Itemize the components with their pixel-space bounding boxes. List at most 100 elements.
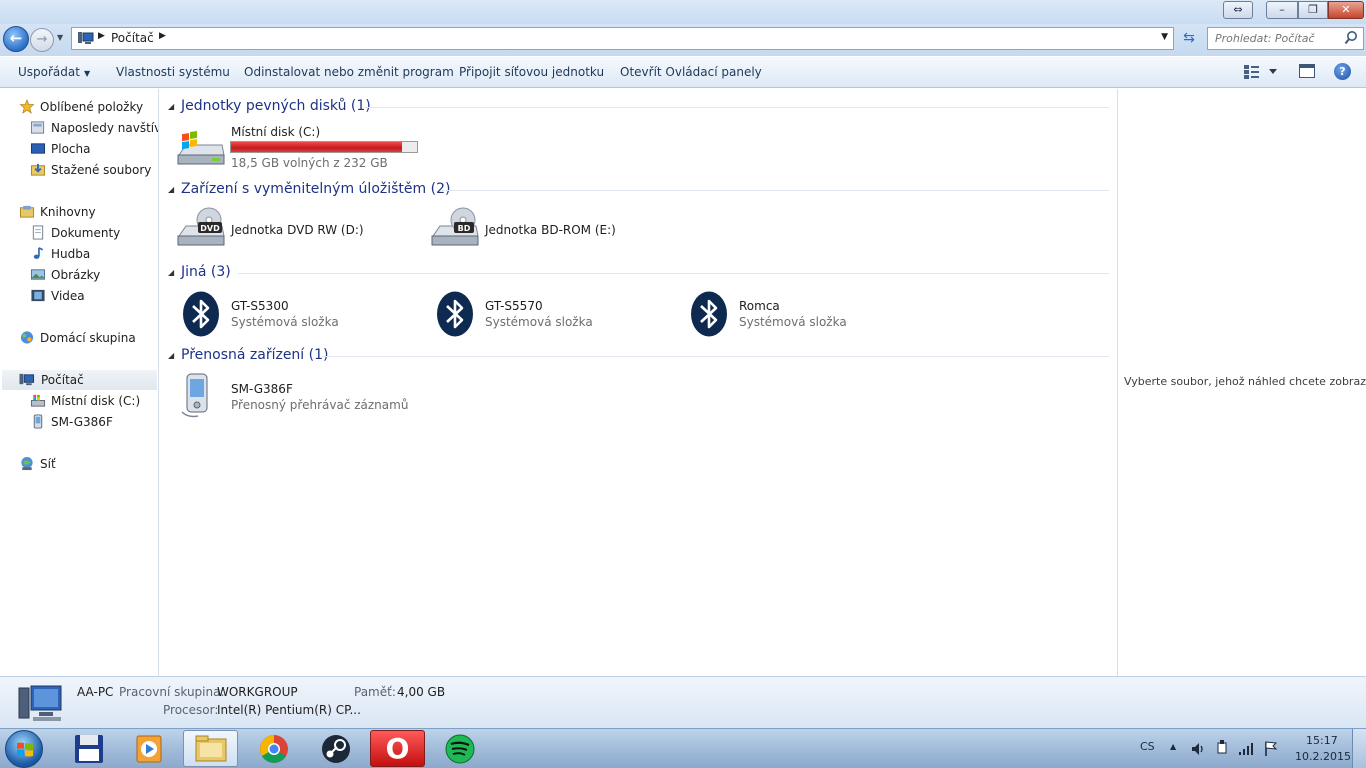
nav-label: Plocha — [51, 142, 91, 156]
item-bluetooth-gt-s5570[interactable]: GT-S5570 Systémová složka — [436, 289, 676, 337]
item-bd-rom-drive-e[interactable]: BD Jednotka BD-ROM (E:) — [430, 204, 670, 252]
breadcrumb-computer[interactable]: Počítač — [111, 31, 154, 45]
dvd-badge: DVD — [200, 224, 220, 233]
map-network-drive-button[interactable]: Připojit síťovou jednotku — [459, 65, 604, 79]
pictures-icon — [30, 269, 46, 280]
nav-recent-places[interactable]: Naposledy navštívené — [30, 118, 158, 138]
group-divider — [364, 107, 1109, 108]
opera-icon: O — [385, 732, 410, 765]
collapse-triangle-icon[interactable]: ◢ — [168, 102, 174, 111]
bluetooth-icon — [691, 291, 727, 337]
preview-pane-toggle[interactable] — [1299, 64, 1315, 78]
breadcrumb-separator[interactable]: ▶ — [159, 31, 166, 41]
item-bluetooth-romca[interactable]: Romca Systémová složka — [690, 289, 930, 337]
network-signal-icon[interactable] — [1238, 740, 1256, 756]
group-divider — [322, 356, 1109, 357]
open-control-panel-button[interactable]: Otevřít Ovládací panely — [620, 65, 762, 79]
item-name: Místní disk (C:) — [231, 125, 321, 139]
item-dvd-drive-d[interactable]: DVD Jednotka DVD RW (D:) — [176, 204, 416, 252]
start-button[interactable] — [5, 730, 43, 768]
taskbar-steam[interactable] — [308, 730, 363, 767]
bluetooth-icon — [437, 291, 473, 337]
star-icon — [19, 99, 35, 114]
command-bar: Uspořádat ▼ Vlastnosti systému Odinstalov… — [0, 57, 1366, 88]
show-desktop-button[interactable] — [1352, 729, 1366, 768]
taskbar-chrome[interactable] — [246, 730, 301, 767]
clock-time[interactable]: 15:17 — [1306, 734, 1338, 747]
computer-name: AA-PC — [77, 685, 114, 699]
collapse-triangle-icon[interactable]: ◢ — [168, 351, 174, 360]
item-portable-sm-g386f[interactable]: SM-G386F Přenosný přehrávač záznamů — [178, 372, 438, 422]
item-local-disk-c[interactable]: Místní disk (C:) 18,5 GB volných z 232 G… — [176, 119, 426, 170]
taskbar-explorer[interactable] — [183, 730, 238, 767]
film-strip-icon — [31, 289, 45, 302]
volume-icon[interactable] — [1190, 741, 1206, 757]
nav-label: Dokumenty — [51, 226, 121, 240]
title-bar: ⇔ – ❐ ✕ — [0, 0, 1366, 24]
help-icon[interactable]: ? — [1334, 63, 1351, 80]
nav-label: Domácí skupina — [40, 331, 136, 345]
taskbar-media-player[interactable] — [122, 730, 177, 767]
taskbar-spotify[interactable] — [432, 730, 487, 767]
workgroup-label: Pracovní skupina: — [119, 685, 225, 699]
item-bluetooth-gt-s5300[interactable]: GT-S5300 Systémová složka — [182, 289, 422, 337]
taskbar-floppy-app[interactable] — [62, 730, 117, 767]
preview-pane: Vyberte soubor, jehož náhled chcete zobr… — [1117, 89, 1366, 676]
disk-usage-bar — [230, 141, 418, 153]
maximize-button[interactable]: ❐ — [1298, 1, 1328, 19]
resize-toggle-button[interactable]: ⇔ — [1223, 1, 1253, 19]
forward-button[interactable]: → — [30, 28, 54, 52]
taskbar-opera[interactable]: O — [370, 730, 425, 767]
downloads-folder-icon — [30, 163, 46, 176]
memory-value: 4,00 GB — [397, 685, 446, 699]
nav-computer[interactable]: Počítač — [2, 370, 157, 390]
breadcrumb-separator[interactable]: ▶ — [98, 31, 105, 41]
search-box[interactable] — [1207, 27, 1364, 50]
search-icon[interactable] — [1344, 30, 1358, 46]
nav-label: Místní disk (C:) — [51, 394, 141, 408]
group-title-hard-disks[interactable]: Jednotky pevných disků (1) — [181, 98, 371, 114]
uninstall-program-button[interactable]: Odinstalovat nebo změnit program — [244, 65, 454, 79]
collapse-triangle-icon[interactable]: ◢ — [168, 268, 174, 277]
bd-badge: BD — [458, 224, 471, 233]
arrow-right-icon: → — [36, 32, 48, 47]
item-name: Jednotka DVD RW (D:) — [231, 223, 364, 237]
address-input[interactable]: ▶ Počítač ▶ ▼ — [71, 27, 1174, 50]
group-divider — [442, 190, 1109, 191]
music-note-icon — [33, 247, 44, 259]
address-dropdown-button[interactable]: ▼ — [1161, 32, 1168, 42]
back-button[interactable]: ← — [3, 26, 29, 52]
documents-icon — [32, 225, 44, 240]
refresh-button[interactable]: ⇆ — [1178, 28, 1200, 50]
processor-value: Intel(R) Pentium(R) CP... — [217, 703, 361, 717]
chrome-icon — [260, 735, 288, 763]
group-title-removable[interactable]: Zařízení s vyměnitelným úložištěm (2) — [181, 181, 450, 197]
group-title-portable[interactable]: Přenosná zařízení (1) — [181, 347, 328, 363]
item-type: Systémová složka — [231, 315, 339, 329]
recent-pages-dropdown[interactable]: ▼ — [57, 33, 63, 42]
item-name: Romca — [739, 299, 780, 313]
nav-label: Naposledy navštívené — [51, 121, 158, 135]
close-button[interactable]: ✕ — [1328, 1, 1364, 19]
dvd-drive-icon: DVD — [177, 207, 225, 246]
organize-button[interactable]: Uspořádat ▼ — [18, 65, 90, 79]
action-center-flag-icon[interactable] — [1263, 740, 1279, 757]
clock-date[interactable]: 10.2.2015 — [1295, 750, 1351, 763]
nav-label: SM-G386F — [51, 415, 113, 429]
show-hidden-icons-button[interactable]: ▲ — [1170, 742, 1176, 751]
nav-label: Síť — [40, 457, 56, 471]
disk-usage-fill — [231, 142, 403, 152]
search-input[interactable] — [1209, 29, 1339, 48]
item-name: GT-S5300 — [231, 299, 289, 313]
system-properties-button[interactable]: Vlastnosti systému — [116, 65, 230, 79]
navigation-pane: Oblíbené položky Naposledy navštívené Pl… — [0, 89, 159, 676]
collapse-triangle-icon[interactable]: ◢ — [168, 185, 174, 194]
change-view-button[interactable] — [1243, 64, 1281, 80]
language-indicator[interactable]: CS — [1140, 740, 1155, 753]
hard-drive-icon — [30, 394, 46, 407]
minimize-button[interactable]: – — [1266, 1, 1298, 19]
group-title-other[interactable]: Jiná (3) — [181, 264, 231, 280]
item-type: Přenosný přehrávač záznamů — [231, 398, 409, 412]
usb-device-icon[interactable] — [1214, 740, 1230, 757]
item-name: SM-G386F — [231, 382, 293, 396]
